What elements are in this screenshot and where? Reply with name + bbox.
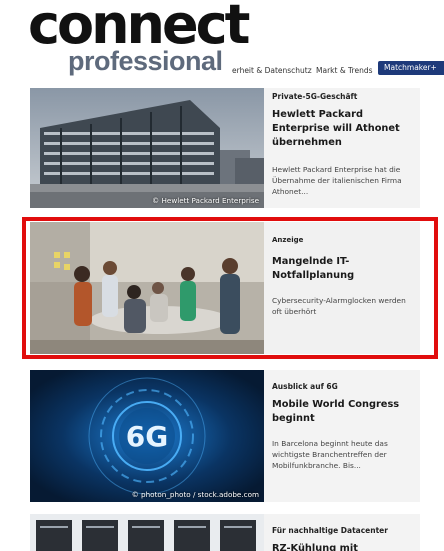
server-racks-illustration — [30, 514, 264, 551]
article-image-6g[interactable]: 6G © photon_photo / stock.adobe.com — [30, 370, 264, 502]
6g-illustration: 6G — [30, 370, 264, 502]
matchmaker-button[interactable]: Matchmaker+ — [378, 61, 444, 75]
article-headline[interactable]: Mangelnde IT-Notfallplanung — [272, 255, 417, 283]
article-image-team-meeting[interactable] — [30, 222, 264, 354]
article-text: Ausblick auf 6G Mobile World Congress be… — [272, 370, 417, 471]
advert-label: Anzeige — [272, 236, 304, 244]
article-card-datacenter[interactable]: Für nachhaltige Datacenter RZ-Kühlung mi… — [30, 514, 420, 551]
6g-image-text: 6G — [126, 420, 168, 453]
article-image-datacenter[interactable] — [30, 514, 264, 551]
article-card-hpe[interactable]: © Hewlett Packard Enterprise Private-5G-… — [30, 88, 420, 208]
article-headline[interactable]: Mobile World Congress beginnt — [272, 398, 417, 426]
article-headline[interactable]: Hewlett Packard Enterprise will Athonet … — [272, 108, 417, 150]
image-credit: © Hewlett Packard Enterprise — [152, 196, 259, 205]
article-card-anzeige[interactable]: Anzeige Mangelnde IT-Notfallplanung Cybe… — [30, 222, 420, 354]
office-building-illustration — [30, 88, 264, 208]
site-header: connect professional erheit & Datenschut… — [0, 0, 444, 84]
article-kicker: Für nachhaltige Datacenter — [272, 526, 388, 535]
article-text: Anzeige Mangelnde IT-Notfallplanung Cybe… — [272, 222, 417, 317]
image-credit: © photon_photo / stock.adobe.com — [131, 490, 259, 499]
article-text: Für nachhaltige Datacenter RZ-Kühlung mi… — [272, 514, 417, 551]
logo-connect[interactable]: connect — [28, 0, 250, 52]
article-teaser: Cybersecurity-Alarmglocken werden oft üb… — [272, 296, 406, 316]
article-kicker: Private-5G-Geschäft — [272, 92, 358, 101]
article-card-6g[interactable]: 6G © photon_photo / stock.adobe.com Ausb… — [30, 370, 420, 502]
nav-item-markt-trends[interactable]: Markt & Trends — [316, 64, 372, 78]
article-headline[interactable]: RZ-Kühlung mit — [272, 542, 417, 551]
article-text: Private-5G-Geschäft Hewlett Packard Ente… — [272, 88, 417, 197]
article-teaser: Hewlett Packard Enterprise hat die Übern… — [272, 165, 402, 196]
article-teaser: In Barcelona beginnt heute das wichtigst… — [272, 439, 388, 470]
article-image-office-building[interactable]: © Hewlett Packard Enterprise — [30, 88, 264, 208]
page: connect professional erheit & Datenschut… — [0, 0, 444, 551]
team-meeting-illustration — [30, 222, 264, 354]
article-kicker: Ausblick auf 6G — [272, 382, 338, 391]
nav-item-datenschutz[interactable]: erheit & Datenschutz — [232, 64, 312, 78]
